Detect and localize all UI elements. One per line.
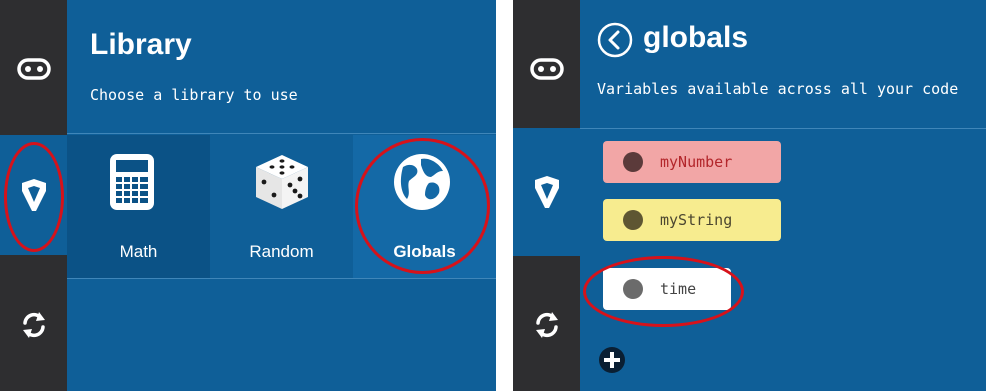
device-icon: [16, 58, 51, 80]
globals-title: globals: [643, 21, 749, 54]
back-button[interactable]: [597, 22, 633, 58]
sync-icon: [535, 312, 558, 338]
globals-divider: [580, 128, 986, 129]
sidebar-item-device[interactable]: [0, 40, 67, 98]
dice-icon: [256, 155, 308, 209]
variable-dot-icon: [623, 152, 643, 172]
library-title: Library: [90, 28, 192, 61]
library-item-random-label: Random: [249, 242, 314, 261]
device-icon: [529, 58, 564, 80]
library-item-random[interactable]: Random: [210, 135, 353, 278]
globals-subtitle: Variables available across all your code: [597, 80, 959, 98]
variable-dot-icon: [623, 210, 643, 230]
sidebar-item-sync[interactable]: [513, 296, 580, 354]
sidebar: [513, 0, 580, 391]
library-item-math[interactable]: Math: [67, 135, 210, 278]
library-subtitle: Choose a library to use: [90, 86, 298, 104]
library-item-math-label: Math: [119, 242, 158, 261]
sidebar-item-device[interactable]: [513, 40, 580, 98]
highlight-ring-sidebar-library: [4, 142, 64, 252]
highlight-ring-time: [583, 256, 744, 327]
calculator-icon: [110, 154, 154, 210]
highlight-ring-globals: [355, 138, 490, 274]
globals-panel: globals Variables available across all y…: [513, 0, 986, 391]
sidebar-item-sync[interactable]: [0, 296, 67, 354]
add-variable-button[interactable]: [598, 346, 626, 374]
library-icon: [534, 176, 559, 208]
sync-icon: [22, 312, 45, 338]
variable-mynumber[interactable]: myNumber: [603, 141, 781, 183]
library-divider: [67, 133, 496, 134]
plus-icon: [599, 347, 625, 373]
library-tiles-bottom-divider: [67, 278, 496, 279]
variable-mystring[interactable]: myString: [603, 199, 781, 241]
sidebar-item-library[interactable]: [513, 128, 580, 256]
variable-mystring-label: myString: [660, 211, 733, 229]
variable-mynumber-label: myNumber: [660, 153, 733, 171]
back-arrow-icon: [597, 22, 633, 58]
